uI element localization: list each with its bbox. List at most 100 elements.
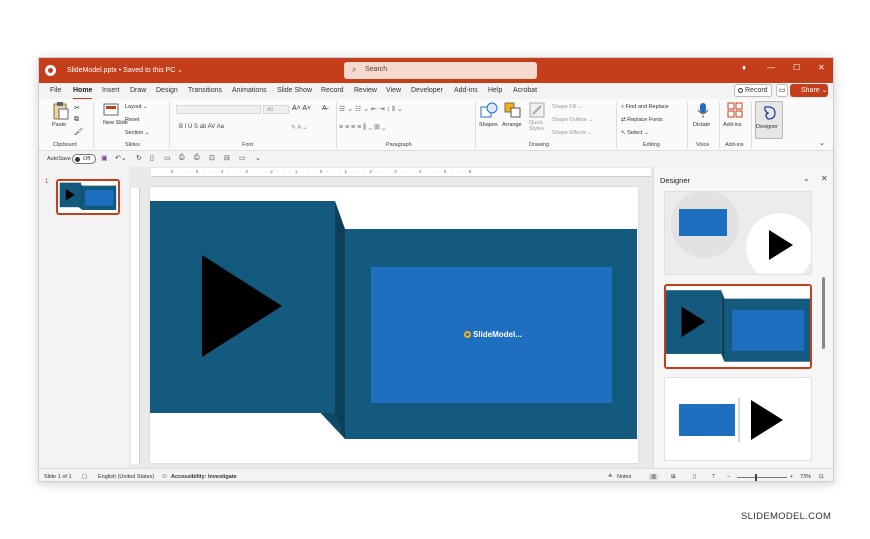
font-format-buttons[interactable]: B I U S ab AV Aa <box>179 124 224 130</box>
cut-icon[interactable]: ✂ <box>74 104 80 112</box>
comments-icon[interactable]: ▭ <box>776 84 788 97</box>
arrange-icon[interactable] <box>504 102 522 118</box>
zoom-slider[interactable] <box>737 477 787 478</box>
tab-acrobat[interactable]: Acrobat <box>513 87 537 94</box>
maximize-icon[interactable]: ☐ <box>793 63 800 72</box>
microphone-icon[interactable] <box>697 102 709 119</box>
align-icons[interactable]: ≡ ≡ ≡ ≡ ⫼ ⌄ ⊞ ⌄ <box>339 123 386 132</box>
close-pane-icon[interactable]: ✕ <box>821 174 828 183</box>
fit-to-window-icon[interactable]: ⊡ <box>819 474 824 480</box>
accessibility-status[interactable]: Accessibility: Investigate <box>171 474 237 480</box>
print-icon[interactable]: ⎙ <box>194 154 200 162</box>
slide-sorter-icon[interactable]: ⊞ <box>671 474 676 480</box>
quick-styles-label[interactable]: Quick Styles <box>529 120 545 132</box>
reading-view-icon[interactable]: ▯ <box>693 474 696 480</box>
document-title[interactable]: SlideModel.pptx • Saved to this PC ⌄ <box>67 66 183 74</box>
shape-outline-button[interactable]: Shape Outline ⌄ <box>552 117 593 123</box>
slide-thumbnail[interactable] <box>56 179 120 215</box>
slidemodel-logo: SlideModel... <box>464 330 522 339</box>
tab-animations[interactable]: Animations <box>232 87 267 94</box>
close-icon[interactable]: ✕ <box>818 63 825 72</box>
format-painter-icon[interactable]: 🖌 <box>74 128 83 136</box>
select-button[interactable]: ↖ Select ⌄ <box>621 130 649 136</box>
find-replace-button[interactable]: ⌕ Find and Replace <box>621 104 669 111</box>
lightbulb-icon[interactable]: ♦ <box>742 63 746 72</box>
tab-file[interactable]: File <box>50 87 61 94</box>
share-button[interactable]: Share ⌄ <box>790 84 828 97</box>
tab-record[interactable]: Record <box>321 87 344 94</box>
add-ins-label[interactable]: Add-ins <box>723 122 742 128</box>
quick-styles-icon[interactable] <box>529 102 545 118</box>
clear-format-icon[interactable]: A̶ <box>322 105 327 112</box>
font-size-value: 40 <box>267 107 274 113</box>
tab-review[interactable]: Review <box>354 87 377 94</box>
normal-view-icon[interactable]: ▥ <box>649 474 659 480</box>
shapes-label[interactable]: Shapes <box>479 122 498 128</box>
tab-insert[interactable]: Insert <box>102 87 120 94</box>
add-ins-icon[interactable] <box>727 102 743 118</box>
search-box[interactable]: ⌕ Search <box>344 62 537 79</box>
shapes-icon[interactable] <box>480 102 498 118</box>
select-label: Select ⌄ <box>627 130 649 136</box>
tab-developer[interactable]: Developer <box>411 87 443 94</box>
slide-graphics <box>150 201 637 439</box>
notes-button[interactable]: Notes <box>617 474 631 480</box>
design-idea-2-selected[interactable] <box>664 284 812 369</box>
pane-options-icon[interactable]: ⌄ <box>803 174 810 183</box>
tab-home[interactable]: Home <box>73 87 93 100</box>
autosave-toggle[interactable]: Off <box>72 154 96 164</box>
tab-design[interactable]: Design <box>156 87 178 94</box>
shape-fill-button[interactable]: Shape Fill ⌄ <box>552 104 583 110</box>
collapse-ribbon-icon[interactable]: ⌄ <box>819 139 825 147</box>
tab-view[interactable]: View <box>386 87 401 94</box>
open-icon[interactable]: ▭ <box>164 154 171 162</box>
new-slide-icon[interactable] <box>103 103 119 117</box>
tab-draw[interactable]: Draw <box>130 87 146 94</box>
spellcheck-icon[interactable]: ▢ <box>82 474 87 480</box>
replace-fonts-button[interactable]: ⇄ Replace Fonts <box>621 117 663 123</box>
designer-scrollbar[interactable] <box>822 277 825 349</box>
paste-label[interactable]: Paste <box>52 122 66 128</box>
powerpoint-window: SlideModel.pptx • Saved to this PC ⌄ ⌕ S… <box>38 57 834 482</box>
slide-canvas[interactable]: SlideModel... <box>150 187 638 463</box>
section-button[interactable]: Section ⌄ <box>125 130 149 136</box>
record-button[interactable]: Record <box>734 84 772 97</box>
paste-icon[interactable] <box>51 102 69 120</box>
design-idea-1[interactable] <box>664 191 812 275</box>
redo-icon[interactable]: ↻ <box>136 154 142 162</box>
presentation-icon[interactable]: ⊡ <box>209 154 215 162</box>
tab-slide-show[interactable]: Slide Show <box>277 87 312 94</box>
new-file-icon[interactable]: ▯ <box>150 154 154 162</box>
slideshow-icon[interactable]: ⊟ <box>224 154 230 162</box>
design-idea-3[interactable] <box>664 377 812 461</box>
comment-icon[interactable]: ▭ <box>239 154 246 162</box>
bullets-icon[interactable]: ☰ ⌄ ☷ ⌄ ⇤ ⇥ ↕ ⫴ ⌄ <box>339 105 403 114</box>
tab-add-ins[interactable]: Add-ins <box>454 87 478 94</box>
minimize-icon[interactable]: — <box>767 63 775 72</box>
designer-button[interactable]: Designer <box>755 101 783 139</box>
share-label: Share ⌄ <box>801 87 828 94</box>
reset-button[interactable]: Reset <box>125 117 139 123</box>
zoom-slider-thumb[interactable] <box>755 474 757 481</box>
font-name-box[interactable] <box>176 105 261 114</box>
save-icon[interactable]: ▣ <box>101 154 108 162</box>
zoom-out-icon[interactable]: − <box>727 474 730 480</box>
undo-icon[interactable]: ↶⌄ <box>115 154 127 162</box>
copy-icon[interactable]: ⧉ <box>74 116 79 124</box>
tab-transitions[interactable]: Transitions <box>188 87 222 94</box>
tab-help[interactable]: Help <box>488 87 502 94</box>
dictate-label[interactable]: Dictate <box>693 122 710 128</box>
zoom-in-icon[interactable]: + <box>790 474 793 480</box>
font-color-icon[interactable]: ✎ A ⌄ <box>291 124 308 131</box>
design-idea-3-preview <box>679 398 783 442</box>
layout-button[interactable]: Layout ⌄ <box>125 104 148 110</box>
print-preview-icon[interactable]: ⎙ <box>179 154 185 162</box>
arrange-label[interactable]: Arrange <box>502 122 522 128</box>
customize-qat-icon[interactable]: ⌄ <box>255 154 261 162</box>
font-size-box[interactable]: 40 <box>263 105 289 114</box>
slide-show-icon[interactable]: ⊤ <box>711 474 716 480</box>
grow-font-icon[interactable]: A˄ A˅ <box>292 105 311 112</box>
language-status[interactable]: English (United States) <box>98 474 154 480</box>
shape-effects-button[interactable]: Shape Effects ⌄ <box>552 130 592 136</box>
zoom-level[interactable]: 73% <box>800 474 811 480</box>
